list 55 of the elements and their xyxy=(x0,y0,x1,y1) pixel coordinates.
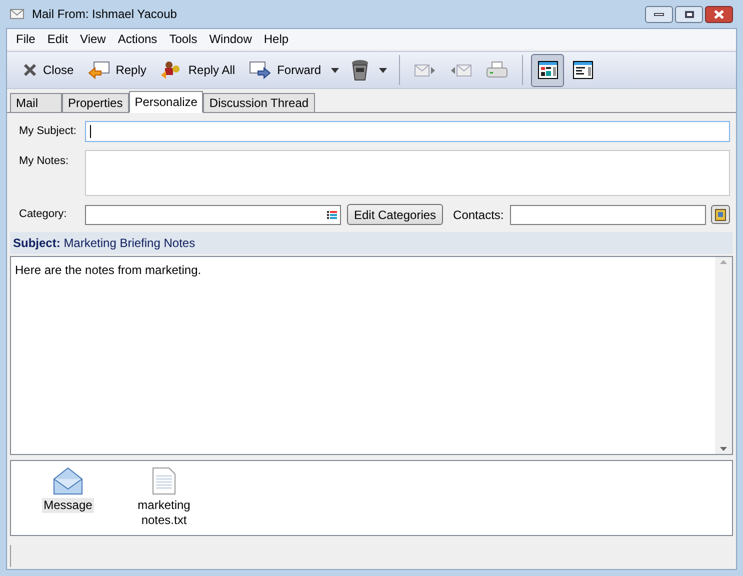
field-label: Contacts: xyxy=(453,206,504,224)
menu-item[interactable]: Tools xyxy=(164,30,202,48)
my-notes-field[interactable] xyxy=(85,150,730,196)
scrollbar[interactable] xyxy=(715,257,732,454)
tab[interactable]: Properties xyxy=(62,93,129,112)
menu-item[interactable]: Actions xyxy=(112,30,162,48)
toolbar-button[interactable]: Forward xyxy=(243,55,328,85)
text-file-icon xyxy=(152,467,176,495)
subject-bar: Subject: Marketing Briefing Notes xyxy=(10,232,733,254)
trash-can-icon xyxy=(351,59,370,81)
toolbar-button[interactable]: Reply All xyxy=(154,55,242,85)
menu-item[interactable]: Window xyxy=(204,30,257,48)
menu-item[interactable]: File xyxy=(11,30,40,48)
attachment-item[interactable]: Message xyxy=(33,467,103,535)
next-mail-icon xyxy=(414,62,436,78)
menu-item[interactable]: Edit xyxy=(42,30,74,48)
scroll-down-icon xyxy=(720,447,727,451)
layout-toggle-button[interactable] xyxy=(531,54,564,86)
field-label: My Subject: xyxy=(18,124,78,140)
close-button[interactable] xyxy=(705,6,733,22)
tab[interactable]: Discussion Thread xyxy=(203,93,315,112)
field-label: Category: xyxy=(18,207,68,222)
minimize-button[interactable] xyxy=(645,6,673,22)
envelope-icon xyxy=(53,467,83,495)
mail-envelope-icon xyxy=(10,9,24,19)
message-body: Here are the notes from marketing. xyxy=(14,262,202,279)
toolbar-button[interactable]: Reply xyxy=(82,55,152,85)
list-icon[interactable] xyxy=(327,210,337,218)
window-title: Mail From: Ishmael Yacoub xyxy=(32,6,177,23)
reply-arrow-icon xyxy=(88,60,110,80)
menu-item[interactable]: View xyxy=(75,30,111,48)
field-label: My Notes: xyxy=(18,154,70,169)
category-field[interactable] xyxy=(85,204,341,224)
close-x-icon xyxy=(23,63,37,77)
tab[interactable]: Personalize xyxy=(128,91,204,113)
scroll-up-icon xyxy=(720,260,727,264)
printer-icon xyxy=(486,61,508,79)
address-book-button[interactable] xyxy=(711,205,730,224)
dropdown-caret-icon[interactable] xyxy=(331,68,340,72)
close-icon xyxy=(714,10,724,18)
address-book-icon xyxy=(715,208,726,220)
text-layout-icon xyxy=(572,61,593,79)
attachment-item[interactable]: marketing notes.txt xyxy=(129,467,199,535)
reply-all-people-icon xyxy=(160,60,182,80)
dropdown-caret-icon[interactable] xyxy=(379,68,388,72)
maximize-button[interactable] xyxy=(675,6,703,22)
forward-arrow-icon xyxy=(249,60,272,80)
preview-pane-icon xyxy=(538,61,558,79)
edit-categories-button[interactable]: Edit Categories xyxy=(347,204,444,225)
tab[interactable]: Mail xyxy=(10,93,62,112)
previous-mail-icon xyxy=(450,62,472,78)
toolbar-button[interactable]: Close xyxy=(17,55,80,85)
contacts-field[interactable] xyxy=(510,204,706,224)
menu-item[interactable]: Help xyxy=(258,30,294,48)
my-subject-field[interactable] xyxy=(85,121,730,142)
